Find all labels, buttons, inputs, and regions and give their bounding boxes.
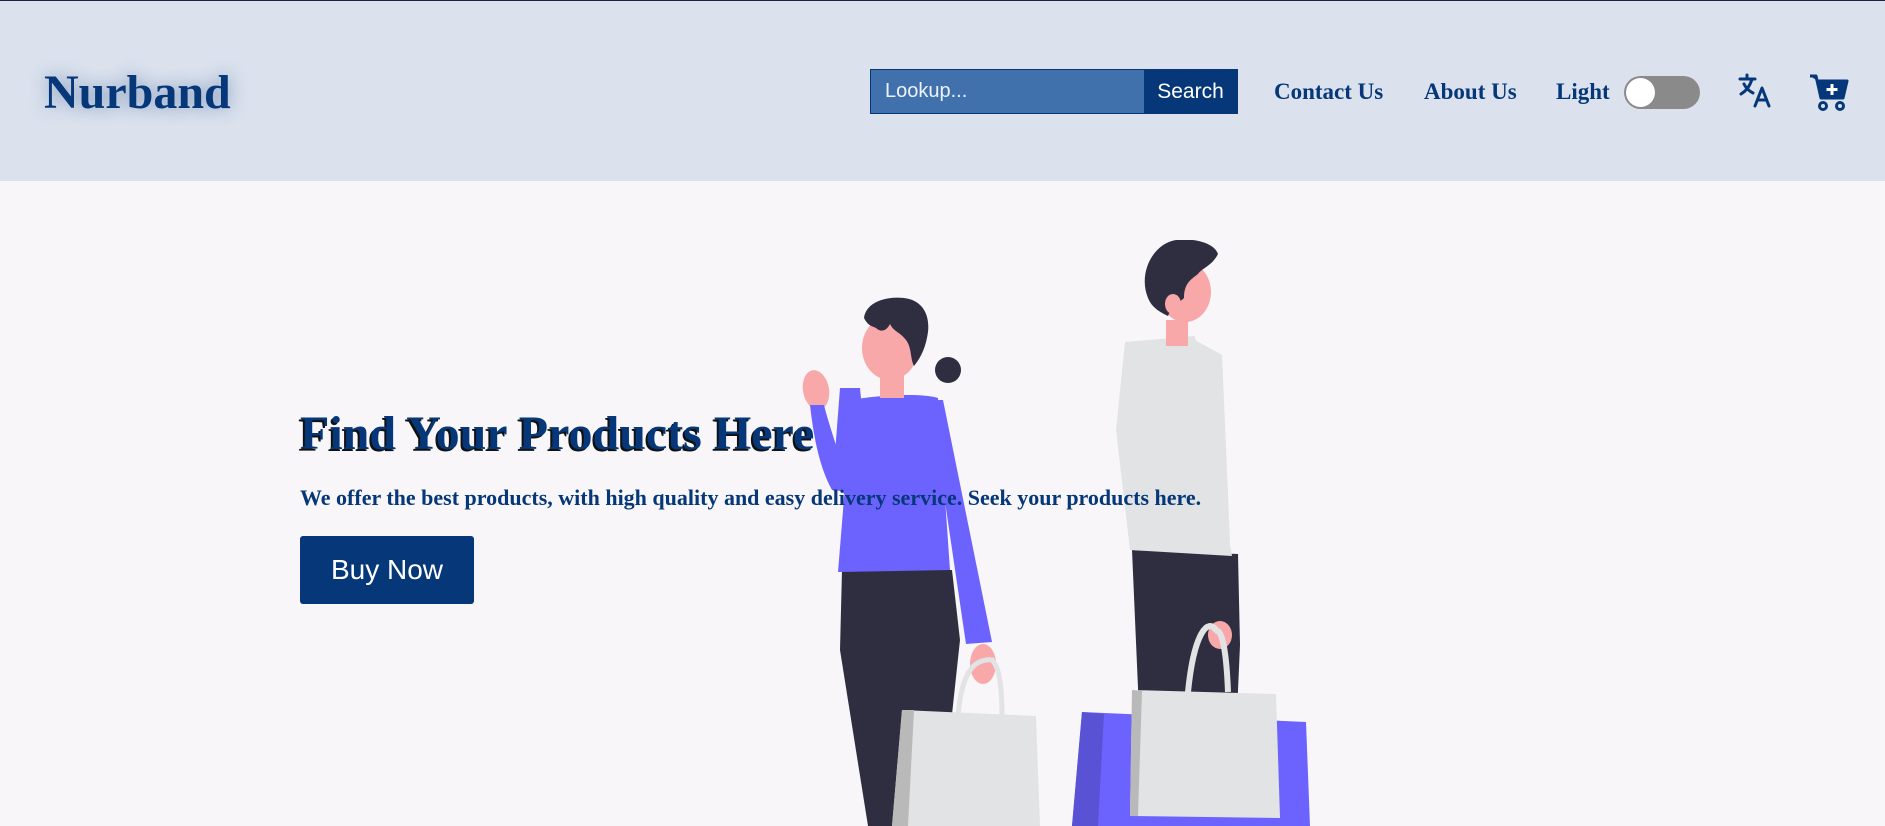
site-logo[interactable]: Nurband xyxy=(44,64,231,122)
buy-now-button[interactable]: Buy Now xyxy=(300,536,474,604)
shoppers-with-bags-illustration xyxy=(802,240,1310,826)
nav-about-us[interactable]: About Us xyxy=(1424,78,1517,106)
search-input[interactable] xyxy=(871,70,1144,113)
woman-figure xyxy=(802,297,1040,826)
theme-toggle[interactable] xyxy=(1624,76,1700,109)
hero-title: Find Your Products Here xyxy=(300,407,815,460)
hero-subtitle: We offer the best products, with high qu… xyxy=(300,485,1202,510)
cart-add-icon[interactable] xyxy=(1808,71,1850,113)
translate-icon[interactable] xyxy=(1738,73,1772,109)
site-header: Nurband Search Contact Us About Us Light xyxy=(0,1,1885,181)
theme-label: Light xyxy=(1556,79,1610,104)
search-button[interactable]: Search xyxy=(1144,70,1237,113)
search-form: Search xyxy=(870,69,1238,114)
nav-contact-us[interactable]: Contact Us xyxy=(1274,78,1383,106)
man-figure xyxy=(1072,240,1310,826)
theme-toggle-knob xyxy=(1626,78,1655,107)
